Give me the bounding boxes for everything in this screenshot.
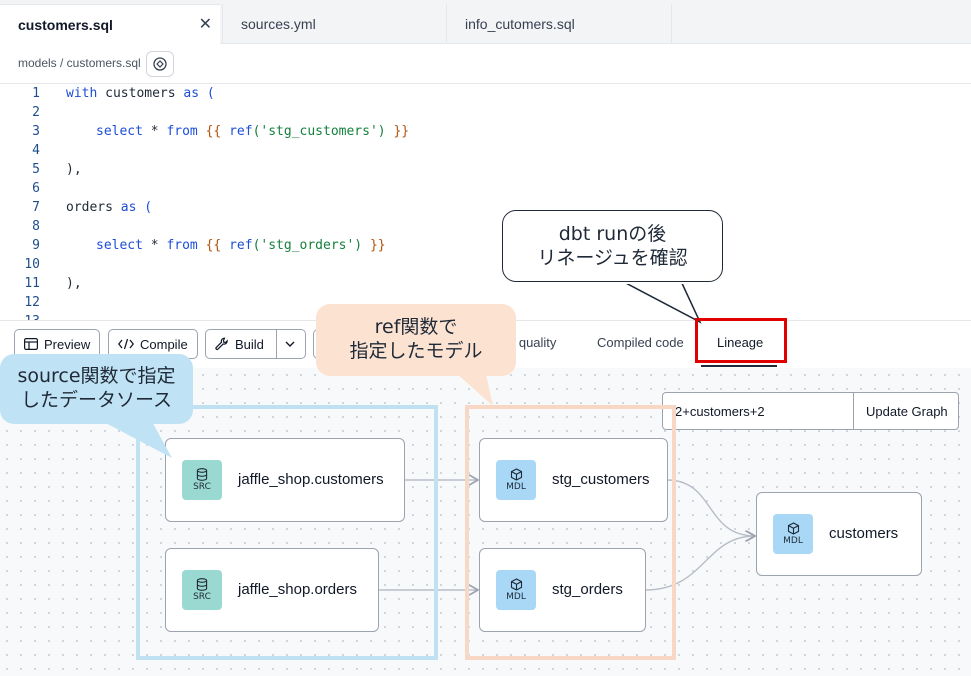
callout-line: したデータソース: [20, 389, 173, 411]
callout-line: ref関数で: [374, 316, 458, 338]
callout-line: 指定したモデル: [349, 340, 483, 362]
lineage-callout: dbt runの後 リネージュを確認: [502, 210, 723, 282]
callout-line: dbt runの後: [558, 223, 667, 245]
callout-line: source関数で指定: [17, 365, 176, 387]
callout-tail-mask: [503, 282, 703, 284]
lineage-highlight: [695, 318, 787, 363]
callout-line: リネージュを確認: [537, 247, 688, 269]
ref-callout: ref関数で 指定したモデル: [316, 304, 516, 376]
source-callout: source関数で指定 したデータソース: [0, 354, 193, 424]
